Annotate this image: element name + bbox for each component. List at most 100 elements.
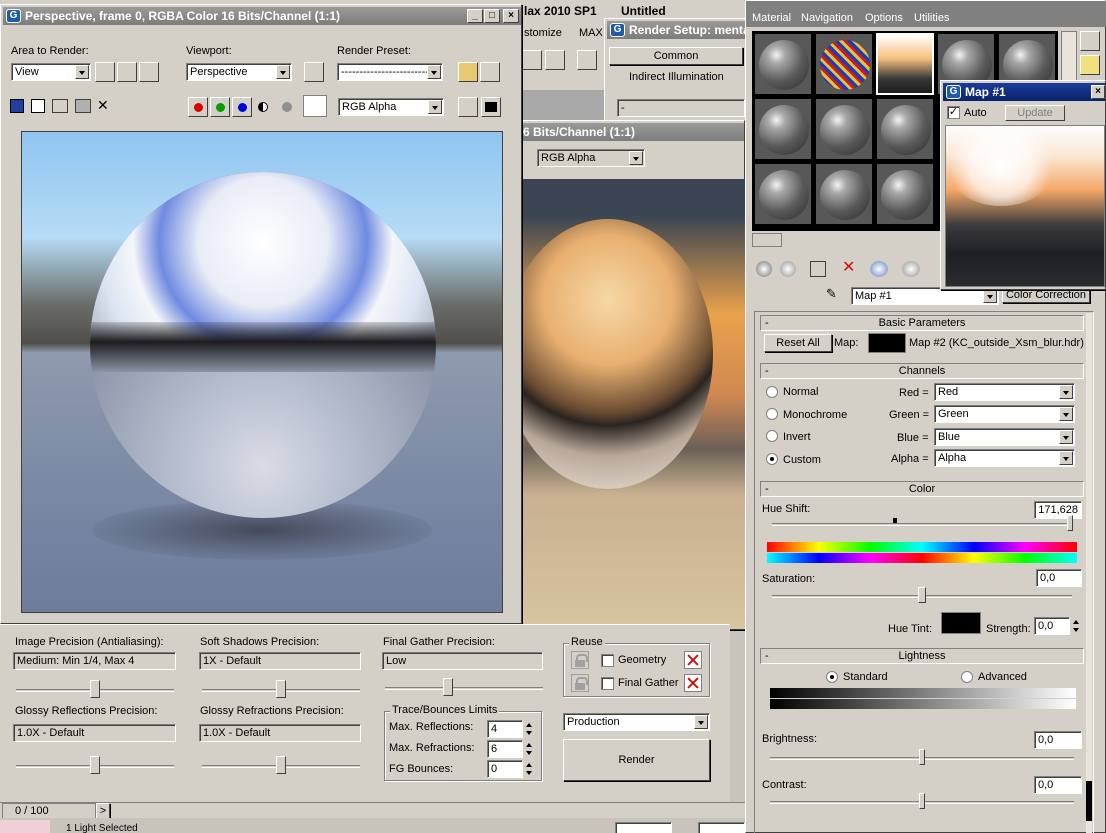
viewport-select[interactable]: Perspective [186, 63, 292, 81]
snap-angle-icon[interactable] [522, 50, 542, 70]
green-channel-toggle[interactable] [210, 97, 230, 117]
menu-utilities[interactable]: Utilities [914, 10, 949, 26]
toggle-overlay-icon[interactable] [481, 97, 501, 117]
sample-slot-1[interactable] [754, 33, 812, 95]
basic-parameters-rollout[interactable]: - Basic Parameters [760, 315, 1084, 331]
put-to-library-icon[interactable] [902, 261, 920, 277]
copy-image-icon[interactable] [31, 99, 45, 113]
strength-input[interactable]: 0,0 [1034, 617, 1070, 635]
image-precision-slider-thumb[interactable] [90, 680, 100, 698]
close-button[interactable]: × [503, 9, 519, 23]
update-button[interactable]: Update [1005, 105, 1065, 121]
map-close-button[interactable]: × [1091, 85, 1105, 99]
contrast-input[interactable]: 0,0 [1034, 776, 1082, 794]
print-image-icon[interactable] [75, 99, 91, 113]
hue-shift-slider-track[interactable] [772, 523, 1072, 526]
green-channel-select[interactable]: Green [934, 405, 1075, 423]
maxscript-listener[interactable] [0, 820, 50, 833]
saturation-input[interactable]: 0,0 [1036, 569, 1082, 587]
brightness-slider-thumb[interactable] [919, 749, 925, 765]
max-refractions-input[interactable]: 6 [487, 740, 523, 758]
parameters-scrollbar[interactable] [1086, 313, 1092, 833]
render-region-icon[interactable] [139, 62, 159, 82]
edit-region-icon[interactable] [95, 62, 115, 82]
save-image-icon[interactable] [10, 99, 24, 113]
final-gather-checkbox[interactable] [601, 677, 614, 690]
clear-final-gather-icon[interactable] [684, 674, 702, 692]
brightness-input[interactable]: 0,0 [1034, 731, 1082, 749]
app-menu-customize[interactable]: stomize [524, 27, 562, 39]
sample-slot-8[interactable] [876, 98, 934, 160]
display-channel-select[interactable]: RGB Alpha [338, 98, 444, 116]
sample-slot-10[interactable] [815, 163, 873, 225]
maximize-button[interactable]: □ [484, 9, 500, 23]
sample-slot-9[interactable] [754, 163, 812, 225]
sample-slot-2[interactable] [815, 33, 873, 95]
hue-shift-slider-thumb[interactable] [1067, 515, 1073, 531]
menu-navigation[interactable]: Navigation [801, 10, 853, 26]
lock-geometry-icon[interactable] [571, 651, 589, 669]
y-coordinate-field[interactable] [698, 822, 745, 833]
contrast-slider-thumb[interactable] [919, 793, 925, 809]
environment-icon[interactable] [480, 62, 500, 82]
clear-image-icon[interactable]: ✕ [97, 98, 111, 113]
toggle-ui-icon[interactable] [458, 97, 478, 117]
slot-hscroll[interactable] [752, 233, 782, 247]
channels-rollout[interactable]: - Channels [760, 363, 1084, 379]
max-reflections-spinner[interactable] [524, 720, 534, 738]
auto-checkbox[interactable]: ✓ [947, 106, 960, 119]
render-preset-select[interactable]: -------------------------- [337, 63, 443, 81]
clear-geometry-icon[interactable] [684, 651, 702, 669]
hue-tint-swatch[interactable] [941, 612, 981, 634]
blue-channel-toggle[interactable] [232, 97, 252, 117]
soft-shadows-slider-thumb[interactable] [276, 680, 286, 698]
second-frame-titlebar[interactable]: 6 Bits/Channel (1:1) [521, 123, 744, 141]
time-slider[interactable]: 0 / 100 [2, 803, 96, 819]
render-button[interactable]: Render [563, 739, 710, 781]
alpha-channel-select[interactable]: Alpha [934, 449, 1075, 467]
reset-map-icon[interactable]: ✕ [842, 260, 858, 277]
channel-normal-radio[interactable] [766, 386, 778, 398]
strength-spinner[interactable] [1071, 617, 1081, 635]
menu-options[interactable]: Options [865, 10, 903, 26]
lock-viewport-icon[interactable] [304, 62, 324, 82]
lightness-rollout[interactable]: - Lightness [760, 648, 1084, 664]
render-setup-icon[interactable] [458, 62, 478, 82]
menu-material[interactable]: Material [752, 10, 791, 26]
map-swatch[interactable] [868, 333, 906, 353]
minimize-button[interactable]: _ [467, 9, 483, 23]
backlight-icon[interactable] [1080, 55, 1100, 75]
color-rollout[interactable]: - Color [760, 481, 1084, 497]
parameters-scroll-thumb[interactable] [1086, 781, 1092, 821]
lightness-advanced-radio[interactable] [961, 671, 973, 683]
area-to-render-select[interactable]: View [11, 63, 91, 81]
sample-type-icon[interactable] [1080, 31, 1100, 51]
make-unique-icon[interactable] [870, 261, 888, 277]
reset-all-button[interactable]: Reset All [764, 334, 832, 352]
red-channel-select[interactable]: Red [934, 383, 1075, 401]
snap-percent-icon[interactable] [545, 50, 565, 70]
eyedropper-icon[interactable]: ✎ [826, 287, 840, 303]
final-gather-slider-track[interactable] [385, 687, 543, 690]
lock-final-gather-icon[interactable] [571, 674, 589, 692]
glossy-reflections-slider-thumb[interactable] [90, 756, 100, 774]
next-frame-button[interactable]: > [96, 803, 110, 819]
channel-invert-radio[interactable] [766, 430, 778, 442]
lightness-standard-radio[interactable] [826, 671, 838, 683]
max-reflections-input[interactable]: 4 [487, 720, 523, 738]
sample-slot-6[interactable] [754, 98, 812, 160]
swatch-white[interactable] [303, 95, 327, 117]
blue-channel-select[interactable]: Blue [934, 428, 1075, 446]
monochrome-icon[interactable] [282, 102, 292, 112]
saturation-slider-thumb[interactable] [918, 587, 926, 603]
map-value[interactable]: Map #2 (KC_outside_Xsm_blur.hdr) [909, 337, 1084, 349]
production-select[interactable]: Production [563, 713, 710, 731]
geometry-checkbox[interactable] [601, 654, 614, 667]
max-refractions-spinner[interactable] [524, 740, 534, 758]
spinner-snap-icon[interactable] [577, 50, 597, 70]
x-coordinate-field[interactable] [615, 822, 672, 833]
tab-indirect-illumination[interactable]: Indirect Illumination [629, 71, 724, 83]
second-frame-channel-select[interactable]: RGB Alpha [537, 149, 645, 167]
auto-region-icon[interactable] [117, 62, 137, 82]
channel-monochrome-radio[interactable] [766, 408, 778, 420]
